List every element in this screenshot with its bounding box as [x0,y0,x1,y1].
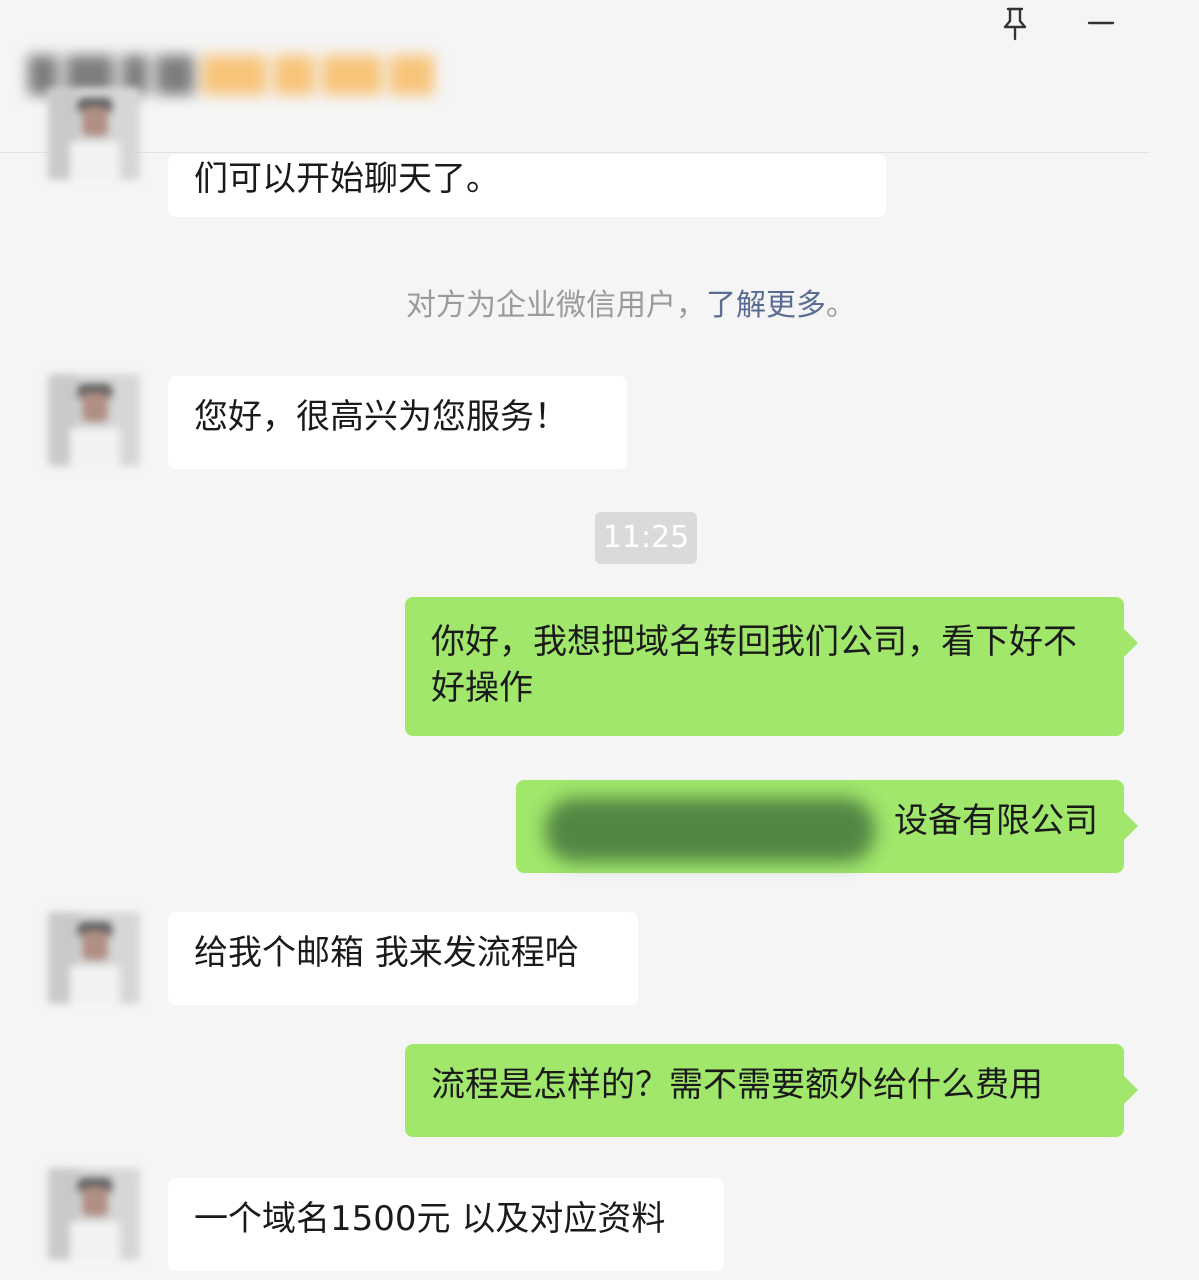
message-bubble-incoming[interactable]: 一个域名1500元 以及对应资料 [168,1178,724,1271]
message-bubble-incoming[interactable]: 给我个邮箱 我来发流程哈 [168,912,638,1005]
message-bubble-incoming[interactable]: 您好，很高兴为您服务！ [168,376,627,469]
company-name-suffix: 设备有限公司 [894,801,1098,841]
minimize-icon[interactable] [1086,10,1116,36]
message-bubble-outgoing[interactable]: 你好，我想把域名转回我们公司，看下好不好操作 [405,597,1138,736]
system-notice-suffix: 。 [826,288,856,323]
message-bubble-outgoing[interactable]: 流程是怎样的？需不需要额外给什么费用 [405,1044,1138,1137]
timestamp-divider: 11:25 [595,512,697,564]
redacted-company-name [545,798,875,862]
contact-avatar[interactable] [48,912,140,1004]
contact-avatar[interactable] [48,1168,140,1260]
learn-more-link[interactable]: 了解更多 [706,288,826,323]
contact-avatar[interactable] [48,374,140,466]
system-notice-text: 对方为企业微信用户， [406,288,706,323]
message-bubble-incoming[interactable]: 们可以开始聊天了。 [168,154,886,217]
contact-avatar[interactable] [48,88,140,180]
chat-header [0,0,1150,153]
pin-icon[interactable] [997,6,1033,42]
system-notice: 对方为企业微信用户，了解更多。 [406,284,856,328]
